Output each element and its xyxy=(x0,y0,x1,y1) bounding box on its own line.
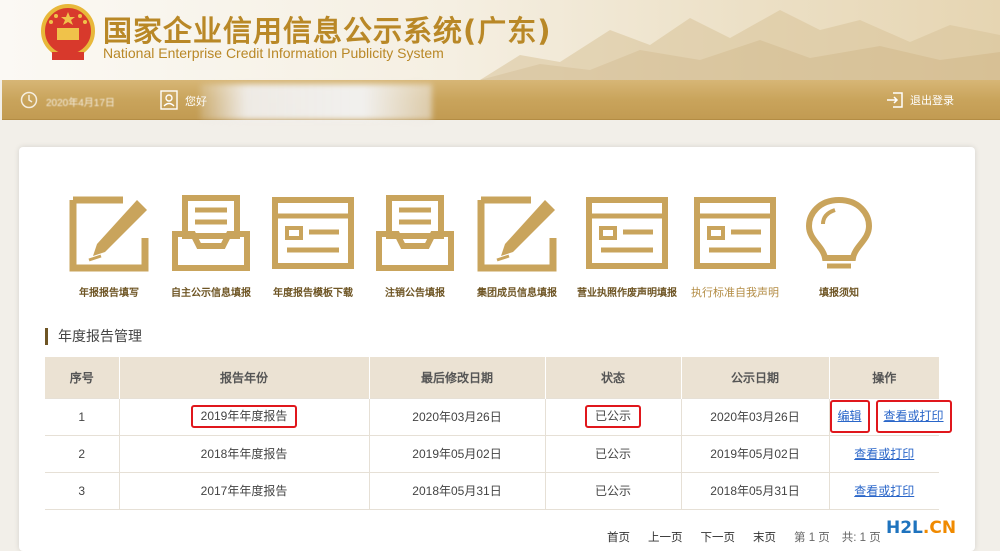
highlighted-year: 2019年年度报告 xyxy=(190,405,298,428)
col-header-actions: 操作 xyxy=(829,357,939,398)
user-icon xyxy=(160,90,178,110)
cell-published: 2020年03月26日 xyxy=(681,397,830,436)
user-bar: 2020年4月17日 您好 退出登录 xyxy=(2,80,1000,120)
section-heading: 年度报告管理 xyxy=(45,327,142,345)
template-doc-icon xyxy=(586,197,668,269)
cell-status: 已公示 xyxy=(545,472,682,510)
redacted-username xyxy=(200,84,432,120)
total-pages: 共: 1 页 xyxy=(841,532,881,544)
cell-published: 2019年05月02日 xyxy=(681,435,830,473)
cell-actions: 查看或打印 xyxy=(829,472,939,510)
tile-label: 填报须知 xyxy=(819,288,859,299)
section-title: 年度报告管理 xyxy=(58,328,142,344)
last-page-link[interactable]: 末页 xyxy=(753,529,776,545)
cell-status: 已公示 xyxy=(545,435,682,473)
edit-highlight: 编辑 xyxy=(829,400,870,433)
section-marker xyxy=(45,327,48,345)
cell-modified: 2020年03月26日 xyxy=(369,397,546,436)
col-header-published: 公示日期 xyxy=(681,357,830,398)
watermark-logo: H2L.CN xyxy=(886,518,956,538)
site-header: 国家企业信用信息公示系统(广东) National Enterprise Cre… xyxy=(0,0,1000,80)
cell-actions: 编辑 查看或打印 xyxy=(829,397,952,436)
cell-modified: 2019年05月02日 xyxy=(369,435,546,473)
cell-status: 已公示 xyxy=(545,397,682,436)
clock-icon xyxy=(20,91,38,109)
prev-page-link[interactable]: 上一页 xyxy=(648,529,683,545)
cell-year: 2017年年度报告 xyxy=(119,472,370,510)
col-header-status: 状态 xyxy=(545,357,682,398)
first-page-link[interactable]: 首页 xyxy=(607,529,630,545)
view-print-link[interactable]: 查看或打印 xyxy=(854,484,914,498)
pencil-form-icon xyxy=(69,196,149,272)
current-date: 2020年4月17日 xyxy=(46,98,115,109)
table-header-row: 序号 报告年份 最后修改日期 状态 公示日期 操作 xyxy=(45,357,939,398)
template-doc-icon xyxy=(694,197,776,269)
view-highlight: 查看或打印 xyxy=(875,400,952,433)
table-row: 3 2017年年度报告 2018年05月31日 已公示 2018年05月31日 … xyxy=(45,472,939,510)
current-page: 第 1 页 xyxy=(794,532,830,544)
next-page-link[interactable]: 下一页 xyxy=(701,529,736,545)
logout-icon xyxy=(887,92,903,108)
cell-no: 2 xyxy=(45,435,120,473)
pagination: 首页 上一页 下一页 末页 第 1 页 共: 1 页 xyxy=(607,529,893,545)
main-card: 年报报告填写 自主公示信息填报 年度报告模板下载 注销公告填报 集团成员信息填报… xyxy=(19,147,975,551)
logout-label: 退出登录 xyxy=(910,95,954,107)
col-header-no: 序号 xyxy=(45,357,120,398)
view-print-link[interactable]: 查看或打印 xyxy=(854,447,914,461)
cell-year: 2019年年度报告 xyxy=(119,397,370,436)
template-doc-icon xyxy=(272,197,354,269)
highlighted-status: 已公示 xyxy=(584,405,641,428)
watermark-part2: .CN xyxy=(922,518,957,538)
cell-actions: 查看或打印 xyxy=(829,435,939,473)
cell-published: 2018年05月31日 xyxy=(681,472,830,510)
annual-report-table: 序号 报告年份 最后修改日期 状态 公示日期 操作 1 2019年年度报告 20… xyxy=(45,357,952,510)
watermark-part1: H2L xyxy=(886,518,923,538)
col-header-modified: 最后修改日期 xyxy=(369,357,546,398)
edit-link[interactable]: 编辑 xyxy=(838,409,862,423)
tile-filing-notice[interactable]: 填报须知 xyxy=(787,194,891,304)
table-row: 2 2018年年度报告 2019年05月02日 已公示 2019年05月02日 … xyxy=(45,435,939,473)
cell-modified: 2018年05月31日 xyxy=(369,472,546,510)
cell-no: 1 xyxy=(45,397,120,436)
table-row: 1 2019年年度报告 2020年03月26日 已公示 2020年03月26日 … xyxy=(45,397,952,436)
inbox-tray-icon xyxy=(376,195,454,271)
tile-group-members[interactable]: 集团成员信息填报 xyxy=(465,194,569,304)
pencil-form-icon xyxy=(477,196,557,272)
site-subtitle: National Enterprise Credit Information P… xyxy=(103,45,444,61)
inbox-tray-icon xyxy=(172,195,250,271)
lightbulb-icon xyxy=(805,196,873,269)
site-title: 国家企业信用信息公示系统(广东) xyxy=(103,14,552,48)
mountain-landscape-decoration xyxy=(480,10,1000,80)
col-header-year: 报告年份 xyxy=(119,357,370,398)
cell-no: 3 xyxy=(45,472,120,510)
national-emblem-icon xyxy=(41,4,95,60)
logout-button[interactable]: 退出登录 xyxy=(886,90,954,110)
cell-year: 2018年年度报告 xyxy=(119,435,370,473)
view-print-link[interactable]: 查看或打印 xyxy=(884,409,944,423)
